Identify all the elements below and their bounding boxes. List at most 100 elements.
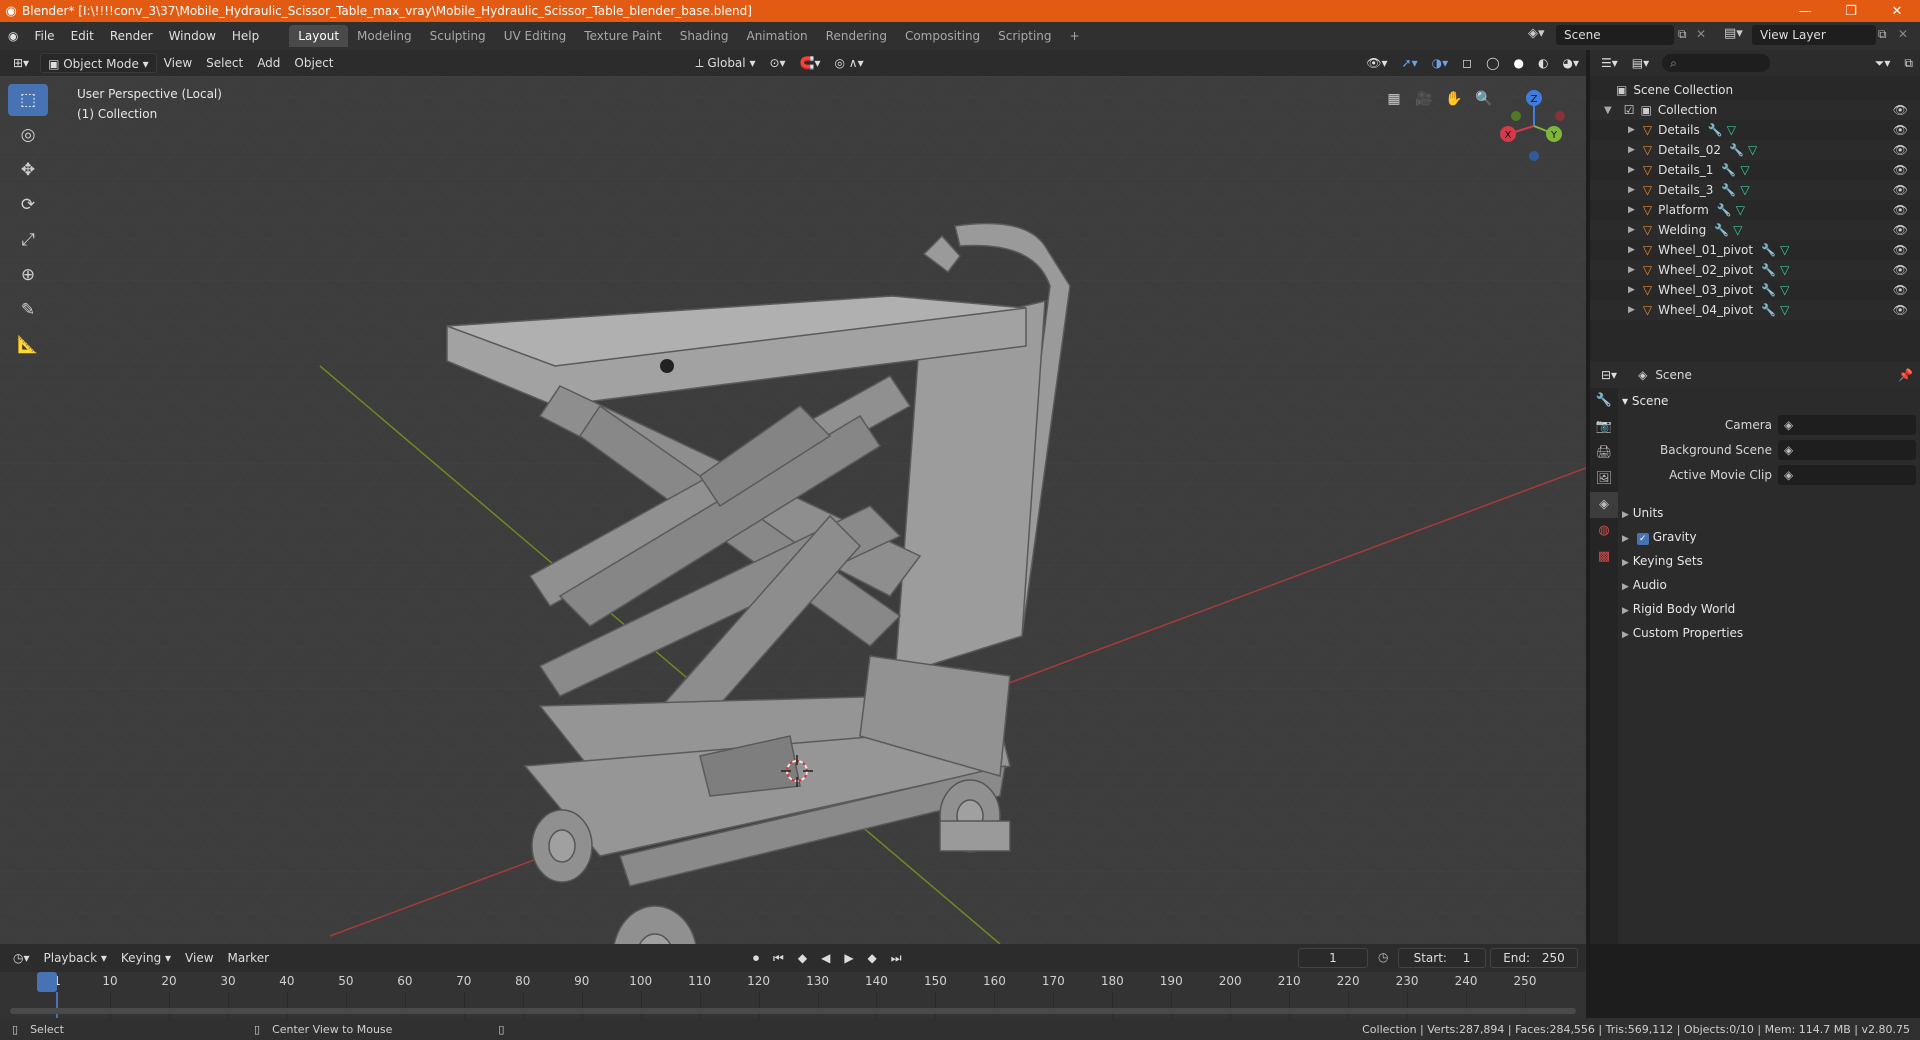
outliner-item[interactable]: ▶ ▽ Details 🔧 ▽ 👁 [1590, 120, 1920, 140]
xray-toggle-icon[interactable]: ◻ [1455, 53, 1479, 73]
scene-selector-icon[interactable]: ◈▾ [1528, 26, 1545, 41]
expand-arrow-icon[interactable]: ▶ [1628, 285, 1635, 295]
measure-tool-icon[interactable]: 📐 [8, 329, 48, 361]
current-frame-field[interactable]: 1 [1298, 948, 1368, 968]
menu-playback[interactable]: Playback ▾ [37, 948, 114, 968]
visibility-eye-icon[interactable]: 👁 [1893, 303, 1908, 317]
add-workspace-icon[interactable]: + [1061, 25, 1089, 47]
gizmo-toggle-icon[interactable]: ➚▾ [1395, 53, 1425, 73]
transform-tool-icon[interactable]: ⊕ [8, 259, 48, 291]
visibility-eye-icon[interactable]: 👁 [1893, 143, 1908, 157]
visibility-eye-icon[interactable]: 👁 [1893, 123, 1908, 137]
visibility-eye-icon[interactable]: 👁 [1893, 243, 1908, 257]
modifier-icon[interactable]: 🔧 [1717, 203, 1732, 217]
outliner-item[interactable]: ▶ ▽ Details_3 🔧 ▽ 👁 [1590, 180, 1920, 200]
jump-start-icon[interactable]: ⏮ [766, 948, 791, 968]
section-header[interactable]: ▶ Rigid Body World [1622, 598, 1735, 620]
expand-arrow-icon[interactable]: ▶ [1628, 145, 1635, 155]
delete-view-layer-icon[interactable]: ✕ [1898, 27, 1908, 41]
timeline-scrollbar[interactable] [10, 1008, 1576, 1014]
wireframe-shading-icon[interactable]: ◯ [1479, 53, 1506, 73]
menu-help[interactable]: Help [224, 25, 267, 47]
visibility-eye-icon[interactable]: 👁 [1893, 223, 1908, 237]
minimize-button[interactable]: — [1782, 4, 1828, 19]
scene-tab-icon[interactable]: ◈ [1590, 492, 1618, 518]
overlays-toggle-icon[interactable]: ◑▾ [1425, 53, 1456, 73]
property-field[interactable]: ◈ [1778, 415, 1916, 435]
visibility-eye-icon[interactable]: 👁 [1893, 163, 1908, 177]
outliner-search-input[interactable]: ⌕ [1662, 54, 1771, 72]
next-keyframe-icon[interactable]: ◆ [861, 948, 884, 968]
mesh-data-icon[interactable]: ▽ [1736, 203, 1745, 217]
expand-arrow-icon[interactable]: ▶ [1628, 165, 1635, 175]
jump-end-icon[interactable]: ⏭ [884, 948, 909, 968]
move-tool-icon[interactable]: ✥ [8, 154, 48, 186]
gizmo-neg-x[interactable] [1555, 111, 1565, 121]
editor-type-icon[interactable]: ⊞▾ [6, 53, 36, 73]
modifier-icon[interactable]: 🔧 [1721, 163, 1736, 177]
timeline-menu-view[interactable]: View [178, 948, 220, 968]
visibility-icon[interactable]: 👁▾ [1359, 53, 1394, 73]
mesh-data-icon[interactable]: ▽ [1727, 123, 1736, 137]
record-keyframe-icon[interactable]: ⏺ [746, 948, 766, 968]
modifier-icon[interactable]: 🔧 [1761, 263, 1776, 277]
outliner-item[interactable]: ▶ ▽ Details_02 🔧 ▽ 👁 [1590, 140, 1920, 160]
play-reverse-icon[interactable]: ◀ [814, 948, 837, 968]
prev-keyframe-icon[interactable]: ◆ [791, 948, 814, 968]
tool-settings-tab-icon[interactable]: 🔧 [1590, 388, 1618, 414]
start-frame-field[interactable]: Start: 1 [1398, 948, 1486, 968]
visibility-eye-icon[interactable]: 👁 [1893, 263, 1908, 277]
menu-window[interactable]: Window [161, 25, 224, 47]
render-tab-icon[interactable]: 📷 [1590, 414, 1618, 440]
new-collection-icon[interactable]: ⧉ [1897, 53, 1920, 73]
section-header[interactable]: ▶ Keying Sets [1622, 550, 1703, 572]
scene-name-field[interactable]: Scene [1556, 25, 1674, 45]
annotate-tool-icon[interactable]: ✎ [8, 294, 48, 326]
outliner-item[interactable]: ▶ ▽ Wheel_02_pivot 🔧 ▽ 👁 [1590, 260, 1920, 280]
scene-panel-header[interactable]: ▾ Scene [1622, 390, 1668, 412]
tab-compositing[interactable]: Compositing [896, 25, 989, 47]
expand-arrow-icon[interactable]: ▶ [1628, 305, 1635, 315]
cursor-tool-icon[interactable]: ◎ [8, 119, 48, 151]
section-header[interactable]: ▶ Audio [1622, 574, 1667, 596]
outliner-item[interactable]: ▶ ▽ Details_1 🔧 ▽ 👁 [1590, 160, 1920, 180]
mesh-data-icon[interactable]: ▽ [1740, 163, 1749, 177]
menu-marker[interactable]: Marker [221, 948, 276, 968]
new-scene-icon[interactable]: ⧉ [1678, 27, 1687, 42]
mesh-data-icon[interactable]: ▽ [1733, 223, 1742, 237]
modifier-icon[interactable]: 🔧 [1721, 183, 1736, 197]
new-view-layer-icon[interactable]: ⧉ [1878, 27, 1887, 42]
visibility-eye-icon[interactable]: 👁 [1893, 183, 1908, 197]
mesh-data-icon[interactable]: ▽ [1780, 243, 1789, 257]
tab-uv-editing[interactable]: UV Editing [495, 25, 576, 47]
rotate-tool-icon[interactable]: ⟳ [8, 189, 48, 221]
expand-arrow-icon[interactable]: ▶ [1628, 265, 1635, 275]
proportional-editing-icon[interactable]: ◎ ∧▾ [828, 53, 871, 73]
preview-range-icon[interactable]: ◷ [1378, 950, 1388, 964]
menu-add[interactable]: Add [250, 53, 287, 73]
close-button[interactable]: ✕ [1874, 4, 1920, 19]
play-icon[interactable]: ▶ [837, 948, 860, 968]
tab-shading[interactable]: Shading [671, 25, 738, 47]
outliner-item[interactable]: ▶ ▽ Wheel_03_pivot 🔧 ▽ 👁 [1590, 280, 1920, 300]
outliner-item[interactable]: ▶ ▽ Platform 🔧 ▽ 👁 [1590, 200, 1920, 220]
expand-arrow-icon[interactable]: ▶ [1628, 125, 1635, 135]
collapse-arrow-icon[interactable]: ▼ [1604, 105, 1612, 116]
tab-sculpting[interactable]: Sculpting [421, 25, 495, 47]
menu-object[interactable]: Object [287, 53, 340, 73]
mesh-data-icon[interactable]: ▽ [1780, 263, 1789, 277]
toggle-camera-grid-icon[interactable]: ▦ [1381, 86, 1407, 112]
transform-orientation-selector[interactable]: ⟂ Global ▾ [689, 53, 763, 73]
pivot-point-icon[interactable]: ⊙▾ [762, 53, 792, 73]
property-field[interactable]: ◈ [1778, 465, 1916, 485]
timeline-editor-type-icon[interactable]: ◷▾ [6, 948, 37, 968]
expand-arrow-icon[interactable]: ▶ [1628, 185, 1635, 195]
scale-tool-icon[interactable]: ⤢ [8, 224, 48, 256]
snap-icon[interactable]: 🧲▾ [793, 53, 828, 73]
visibility-eye-icon[interactable]: 👁 [1893, 283, 1908, 297]
output-tab-icon[interactable]: 🖨 [1590, 440, 1618, 466]
section-header[interactable]: ▶ Units [1622, 502, 1663, 524]
pan-hand-icon[interactable]: ✋ [1441, 86, 1467, 112]
mode-selector[interactable]: ▣ Object Mode ▾ [40, 53, 157, 73]
tab-texture-paint[interactable]: Texture Paint [575, 25, 670, 47]
